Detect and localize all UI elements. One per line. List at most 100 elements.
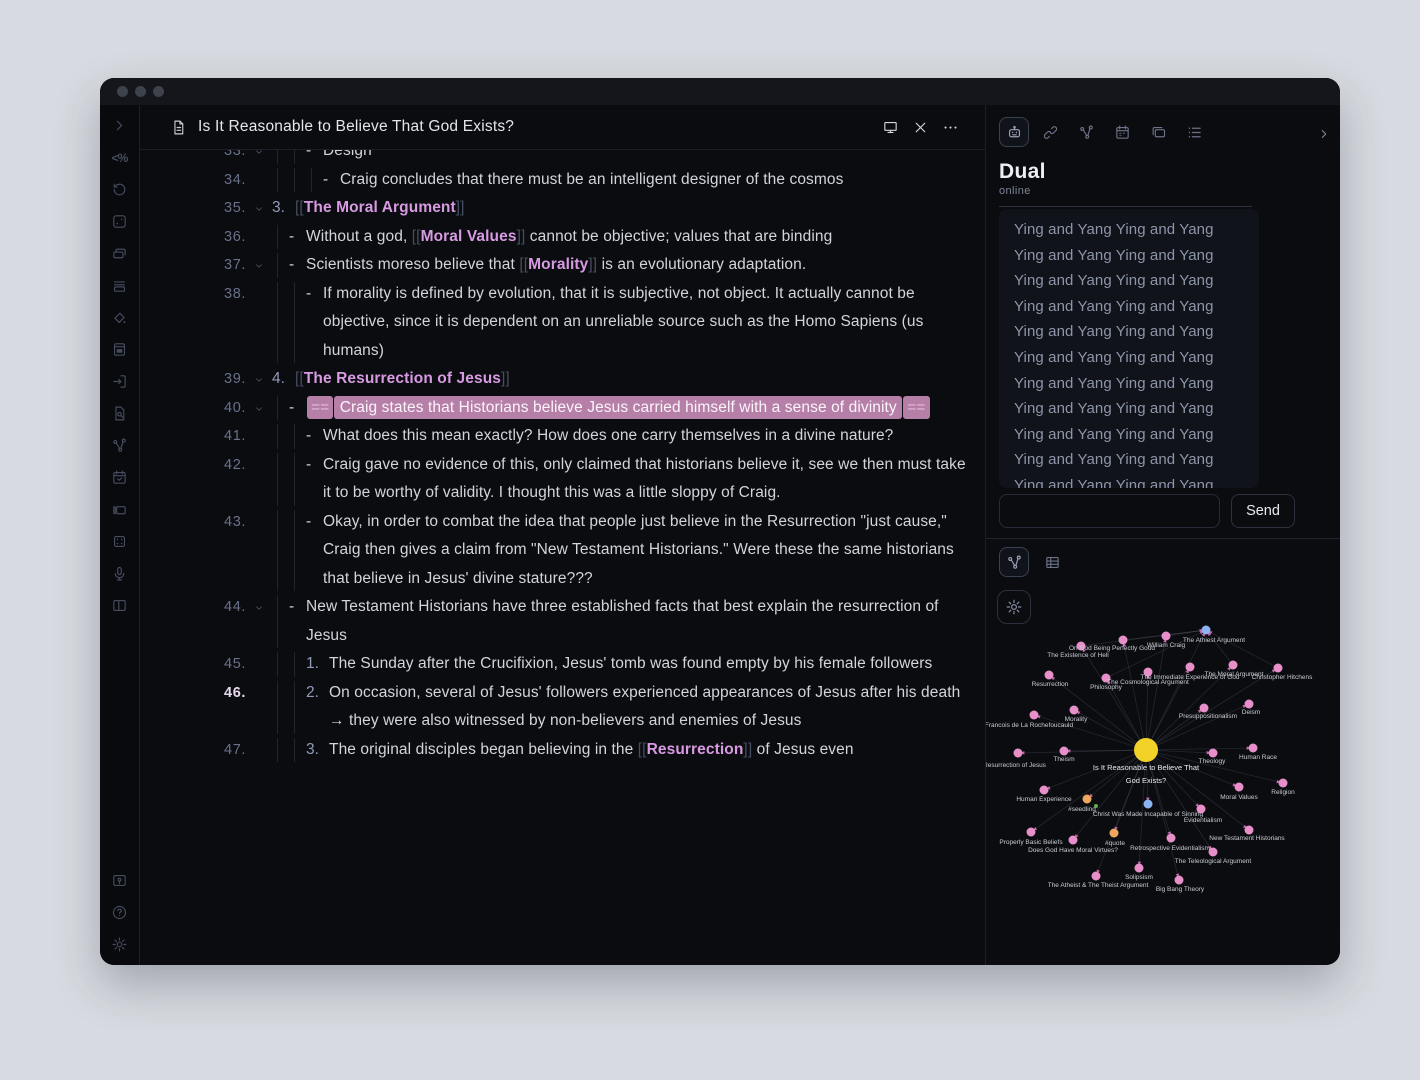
collapse-chevron-icon[interactable] bbox=[246, 394, 272, 423]
collapse-chevron-icon[interactable] bbox=[246, 593, 272, 650]
rail-button-file-search[interactable] bbox=[111, 405, 128, 422]
rail-button-tray[interactable] bbox=[111, 277, 128, 294]
wiki-link[interactable]: Resurrection bbox=[647, 741, 744, 758]
send-button[interactable]: Send bbox=[1231, 494, 1295, 528]
rail-button-paint-bucket[interactable] bbox=[111, 309, 128, 326]
editor-line-38[interactable]: 38.-If morality is defined by evolution,… bbox=[198, 280, 985, 366]
graph-node-big-bang-theory[interactable] bbox=[1175, 876, 1184, 885]
graph-tab-graph[interactable] bbox=[999, 547, 1029, 577]
graph-node-seedling[interactable] bbox=[1083, 795, 1092, 804]
graph-node-theism[interactable] bbox=[1060, 747, 1069, 756]
note-editor[interactable]: 33.-Design34.-Craig concludes that there… bbox=[140, 150, 985, 965]
graph-node-evidentialism[interactable] bbox=[1197, 805, 1206, 814]
rail-button-help[interactable] bbox=[111, 904, 128, 921]
graph-node-the-athiest-argument[interactable] bbox=[1202, 626, 1211, 635]
editor-line-40[interactable]: 40.-== Craig states that Historians beli… bbox=[198, 394, 985, 423]
graph-node-solipsism[interactable] bbox=[1135, 864, 1144, 873]
chat-input[interactable] bbox=[999, 494, 1220, 528]
collapse-chevron-icon[interactable] bbox=[246, 194, 272, 223]
editor-line-41[interactable]: 41.-What does this mean exactly? How doe… bbox=[198, 422, 985, 451]
rail-button-cards[interactable] bbox=[111, 245, 128, 262]
rail-button-chevron-right[interactable] bbox=[111, 117, 128, 134]
editor-line-33[interactable]: 33.-Design bbox=[198, 150, 985, 166]
sidebar-tab-link[interactable] bbox=[1035, 117, 1065, 147]
graph-node-the-atheist-and-the-theist-argument[interactable] bbox=[1092, 872, 1101, 881]
rail-button-dictionary[interactable] bbox=[111, 341, 128, 358]
graph-node-quote[interactable] bbox=[1110, 829, 1119, 838]
rail-button-calendar-check[interactable] bbox=[111, 469, 128, 486]
graph-node-presuppositionalism[interactable] bbox=[1200, 704, 1209, 713]
rail-button-mic[interactable] bbox=[111, 565, 128, 582]
graph-node-new-testament-historians[interactable] bbox=[1245, 826, 1254, 835]
collapse-chevron-icon[interactable] bbox=[246, 150, 272, 166]
collapse-chevron-icon[interactable] bbox=[246, 365, 272, 394]
sidebar-tab-robot[interactable] bbox=[999, 117, 1029, 147]
graph-node-theology[interactable] bbox=[1209, 749, 1218, 758]
ellipsis-button[interactable] bbox=[941, 118, 959, 136]
editor-line-35[interactable]: 35.3.[[The Moral Argument]] bbox=[198, 194, 985, 223]
graph-node-william-craig[interactable] bbox=[1162, 632, 1171, 641]
editor-line-46[interactable]: 46.2.On occasion, several of Jesus' foll… bbox=[198, 679, 985, 736]
rail-button-dice-alt[interactable] bbox=[111, 533, 128, 550]
rail-button-history[interactable] bbox=[111, 181, 128, 198]
chat-message[interactable]: Ying and Yang Ying and Yang Ying and Yan… bbox=[999, 209, 1259, 488]
graph-label-william-craig: William Craig bbox=[1147, 642, 1186, 649]
editor-line-45[interactable]: 45.1.The Sunday after the Crucifixion, J… bbox=[198, 650, 985, 679]
editor-line-43[interactable]: 43.-Okay, in order to combat the idea th… bbox=[198, 508, 985, 594]
rail-button-wallet[interactable] bbox=[111, 501, 128, 518]
wiki-link[interactable]: Moral Values bbox=[421, 228, 517, 245]
graph-node-retrospective-evidentialism[interactable] bbox=[1167, 834, 1176, 843]
sidebar-tab-list[interactable] bbox=[1179, 117, 1209, 147]
rail-button-gear[interactable] bbox=[111, 936, 128, 953]
rail-button-graph[interactable] bbox=[111, 437, 128, 454]
graph-node-deism[interactable] bbox=[1245, 700, 1254, 709]
tray-icon bbox=[111, 277, 128, 294]
graph-node-human-experience[interactable] bbox=[1040, 786, 1049, 795]
graph-settings-button[interactable] bbox=[997, 590, 1031, 624]
editor-line-37[interactable]: 37.-Scientists moreso believe that [[Mor… bbox=[198, 251, 985, 280]
graph-node-the-immediate-experience-of-god[interactable] bbox=[1186, 663, 1195, 672]
collapse-sidebar-button[interactable] bbox=[1317, 127, 1331, 141]
wiki-link[interactable]: Morality bbox=[528, 256, 588, 273]
graph-tab-table[interactable] bbox=[1037, 547, 1067, 577]
graph-node-morality[interactable] bbox=[1070, 706, 1079, 715]
rail-button-layout[interactable] bbox=[111, 597, 128, 614]
editor-line-42[interactable]: 42.-Craig gave no evidence of this, only… bbox=[198, 451, 985, 508]
monitor-button[interactable] bbox=[881, 118, 899, 136]
wiki-link[interactable]: The Resurrection of Jesus bbox=[304, 370, 501, 387]
sidebar-tab-images[interactable] bbox=[1143, 117, 1173, 147]
editor-line-36[interactable]: 36.-Without a god, [[Moral Values]] cann… bbox=[198, 223, 985, 252]
close-button[interactable] bbox=[911, 118, 929, 136]
graph-node-francois-de-la-rochefoucauld[interactable] bbox=[1030, 711, 1039, 720]
graph-node-the-moral-argument[interactable] bbox=[1229, 661, 1238, 670]
editor-line-39[interactable]: 39.4.[[The Resurrection of Jesus]] bbox=[198, 365, 985, 394]
graph-node-christ-was-made-incapable-of-sinning[interactable] bbox=[1144, 800, 1153, 809]
graph-node-the-teleological-argument[interactable] bbox=[1209, 848, 1218, 857]
knowledge-graph[interactable]: The Existence of HellOn God Being Perfec… bbox=[986, 620, 1340, 920]
rail-button-code-percent[interactable]: <% bbox=[111, 149, 128, 166]
graph-node-does-god-have-moral-virtues[interactable] bbox=[1069, 836, 1078, 845]
window-control-close[interactable] bbox=[117, 86, 128, 97]
graph-node-religion[interactable] bbox=[1279, 779, 1288, 788]
editor-line-47[interactable]: 47.3.The original disciples began believ… bbox=[198, 736, 985, 765]
graph-node-moral-values[interactable] bbox=[1235, 783, 1244, 792]
collapse-chevron-icon[interactable] bbox=[246, 251, 272, 280]
graph-node-christopher-hitchens[interactable] bbox=[1274, 664, 1283, 673]
graph-node-properly-basic-beliefs[interactable] bbox=[1027, 828, 1036, 837]
text-segment: The Sunday after the Crucifixion, Jesus'… bbox=[329, 655, 932, 672]
window-control-minimize[interactable] bbox=[135, 86, 146, 97]
graph-node-human-race[interactable] bbox=[1249, 744, 1258, 753]
editor-line-44[interactable]: 44.-New Testament Historians have three … bbox=[198, 593, 985, 650]
graph-node-c[interactable] bbox=[1134, 738, 1158, 762]
rail-button-vault[interactable] bbox=[111, 872, 128, 889]
sidebar-tab-graph[interactable] bbox=[1071, 117, 1101, 147]
graph-node-resurrection[interactable] bbox=[1045, 671, 1054, 680]
editor-line-34[interactable]: 34.-Craig concludes that there must be a… bbox=[198, 166, 985, 195]
rail-button-sign-in[interactable] bbox=[111, 373, 128, 390]
graph-node-the-resurrection-of-jesus[interactable] bbox=[1014, 749, 1023, 758]
graph-node-on-god-being-perfectly-good[interactable] bbox=[1119, 636, 1128, 645]
window-control-zoom[interactable] bbox=[153, 86, 164, 97]
sidebar-tab-calendar[interactable] bbox=[1107, 117, 1137, 147]
rail-button-dice[interactable] bbox=[111, 213, 128, 230]
wiki-link[interactable]: The Moral Argument bbox=[304, 199, 456, 216]
